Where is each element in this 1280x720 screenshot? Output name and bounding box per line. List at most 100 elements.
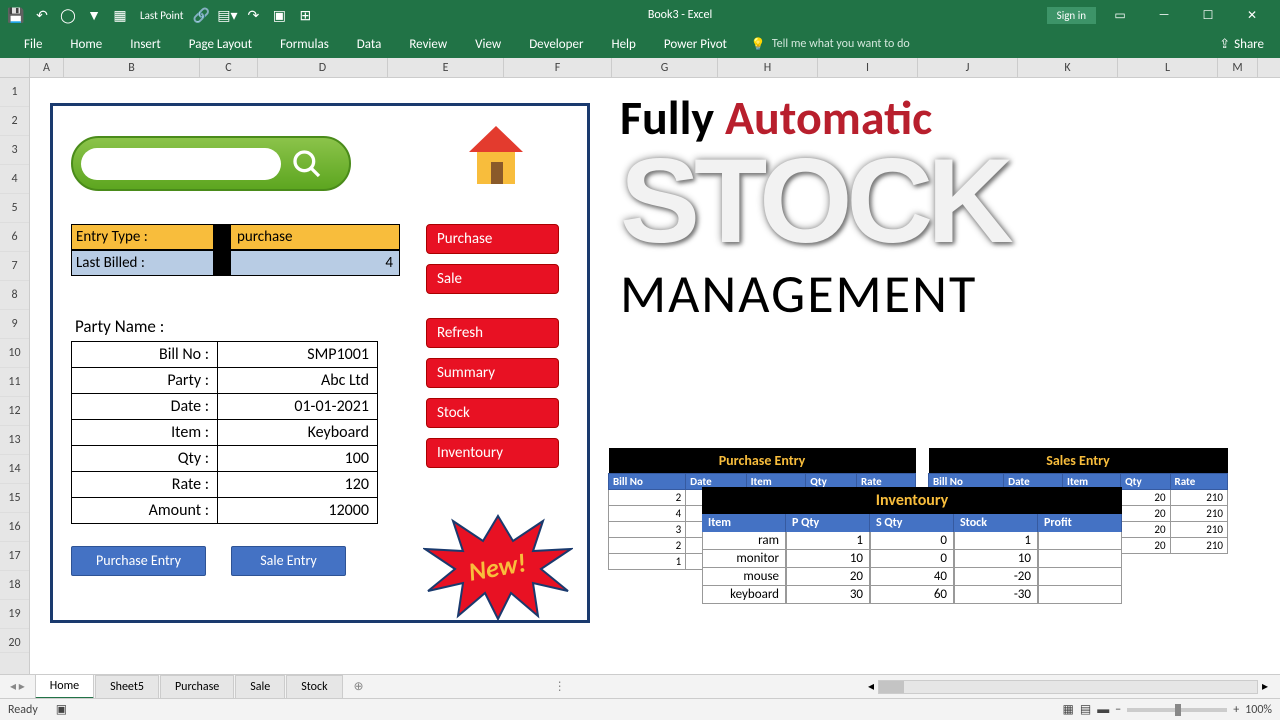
col-a[interactable]: A (30, 58, 64, 77)
row-4[interactable]: 4 (0, 165, 29, 194)
party-value[interactable]: Abc Ltd (218, 368, 378, 394)
refresh-button[interactable]: Refresh (426, 318, 559, 348)
summary-button[interactable]: Summary (426, 358, 559, 388)
search-input[interactable] (81, 148, 281, 180)
sheet-tab-home[interactable]: Home (35, 674, 94, 699)
tab-file[interactable]: File (10, 33, 56, 56)
scroll-right-icon[interactable]: ▸ (1262, 679, 1268, 694)
zoom-slider[interactable] (1127, 708, 1227, 712)
horizontal-scrollbar[interactable] (878, 680, 1258, 694)
col-g[interactable]: G (612, 58, 718, 77)
col-d[interactable]: D (258, 58, 388, 77)
qty-value[interactable]: 100 (218, 446, 378, 472)
row-5[interactable]: 5 (0, 194, 29, 223)
row-15[interactable]: 15 (0, 484, 29, 513)
sheet-tab-sale[interactable]: Sale (235, 675, 285, 698)
rate-value[interactable]: 120 (218, 472, 378, 498)
row-13[interactable]: 13 (0, 426, 29, 455)
row-10[interactable]: 10 (0, 339, 29, 368)
bill-no-value[interactable]: SMP1001 (218, 342, 378, 368)
col-i[interactable]: I (818, 58, 918, 77)
row-6[interactable]: 6 (0, 223, 29, 252)
sheet-canvas[interactable]: Entry Type : purchase Last Billed : 4 Pa… (30, 78, 1280, 676)
tab-developer[interactable]: Developer (515, 33, 597, 56)
inventory-button[interactable]: Inventoury (426, 438, 559, 468)
col-m[interactable]: M (1218, 58, 1258, 77)
share-button[interactable]: ⇪ Share (1219, 37, 1280, 52)
search-bar[interactable] (71, 136, 351, 191)
signin-button[interactable]: Sign in (1047, 7, 1096, 24)
tab-view[interactable]: View (461, 33, 515, 56)
row-2[interactable]: 2 (0, 107, 29, 136)
col-f[interactable]: F (504, 58, 612, 77)
view-normal-icon[interactable]: ▦ (1063, 702, 1074, 717)
ribbon-options-icon[interactable]: ▭ (1100, 0, 1140, 30)
sale-entry-button[interactable]: Sale Entry (231, 546, 346, 576)
tab-nav[interactable]: ◂ ▸ (0, 679, 35, 694)
date-value[interactable]: 01-01-2021 (218, 394, 378, 420)
tab-power-pivot[interactable]: Power Pivot (650, 33, 741, 56)
purchase-entry-button[interactable]: Purchase Entry (71, 546, 206, 576)
save-icon[interactable]: 💾 (8, 7, 24, 23)
col-l[interactable]: L (1118, 58, 1218, 77)
row-3[interactable]: 3 (0, 136, 29, 165)
row-8[interactable]: 8 (0, 281, 29, 310)
row-14[interactable]: 14 (0, 455, 29, 484)
item-value[interactable]: Keyboard (218, 420, 378, 446)
row-17[interactable]: 17 (0, 542, 29, 571)
row-7[interactable]: 7 (0, 252, 29, 281)
purchase-button[interactable]: Purchase (426, 224, 559, 254)
tab-formulas[interactable]: Formulas (266, 33, 343, 56)
row-12[interactable]: 12 (0, 397, 29, 426)
minimize-icon[interactable]: — (1144, 0, 1184, 30)
grid-icon[interactable]: ⊞ (297, 7, 313, 23)
row-20[interactable]: 20 (0, 629, 29, 653)
entry-type-value[interactable]: purchase (230, 224, 400, 250)
col-h[interactable]: H (718, 58, 818, 77)
col-b[interactable]: B (64, 58, 200, 77)
format-icon[interactable]: ▤▾ (219, 7, 235, 23)
row-18[interactable]: 18 (0, 571, 29, 600)
scroll-left-icon[interactable]: ◂ (868, 679, 874, 694)
sheet-tab-purchase[interactable]: Purchase (160, 675, 234, 698)
amount-value[interactable]: 12000 (218, 498, 378, 524)
stock-button[interactable]: Stock (426, 398, 559, 428)
table-icon[interactable]: ▦ (112, 7, 128, 23)
home-icon[interactable] (461, 124, 531, 189)
view-pagebreak-icon[interactable]: ▬ (1097, 702, 1109, 717)
row-11[interactable]: 11 (0, 368, 29, 397)
row-16[interactable]: 16 (0, 513, 29, 542)
col-j[interactable]: J (918, 58, 1018, 77)
tab-data[interactable]: Data (343, 33, 396, 56)
maximize-icon[interactable]: ☐ (1188, 0, 1228, 30)
tell-me-search[interactable]: 💡 Tell me what you want to do (751, 37, 910, 52)
circle-icon[interactable]: ◯ (60, 7, 76, 23)
sale-button[interactable]: Sale (426, 264, 559, 294)
sheet-tab-sheet5[interactable]: Sheet5 (95, 675, 159, 698)
col-k[interactable]: K (1018, 58, 1118, 77)
box-icon[interactable]: ▣ (271, 7, 287, 23)
link-icon[interactable]: 🔗 (193, 7, 209, 23)
select-all-cell[interactable] (0, 58, 30, 77)
undo-icon[interactable]: ↶ (34, 7, 50, 23)
tab-help[interactable]: Help (597, 33, 649, 56)
macro-record-icon[interactable]: ▣ (56, 702, 67, 717)
zoom-in-icon[interactable]: + (1233, 703, 1239, 717)
close-icon[interactable]: ✕ (1232, 0, 1272, 30)
view-pagelayout-icon[interactable]: ▤ (1080, 702, 1091, 717)
col-c[interactable]: C (200, 58, 258, 77)
add-sheet-button[interactable]: ⊕ (344, 679, 374, 694)
row-19[interactable]: 19 (0, 600, 29, 629)
tab-insert[interactable]: Insert (116, 33, 175, 56)
filter-icon[interactable]: ▼ (86, 7, 102, 23)
zoom-level[interactable]: 100% (1245, 703, 1272, 717)
sheet-tab-stock[interactable]: Stock (286, 675, 342, 698)
row-1[interactable]: 1 (0, 78, 29, 107)
tab-home[interactable]: Home (56, 33, 116, 56)
col-e[interactable]: E (388, 58, 504, 77)
row-9[interactable]: 9 (0, 310, 29, 339)
tab-page-layout[interactable]: Page Layout (175, 33, 266, 56)
tab-review[interactable]: Review (395, 33, 461, 56)
last-billed-value[interactable]: 4 (230, 250, 400, 276)
zoom-out-icon[interactable]: − (1115, 703, 1121, 717)
